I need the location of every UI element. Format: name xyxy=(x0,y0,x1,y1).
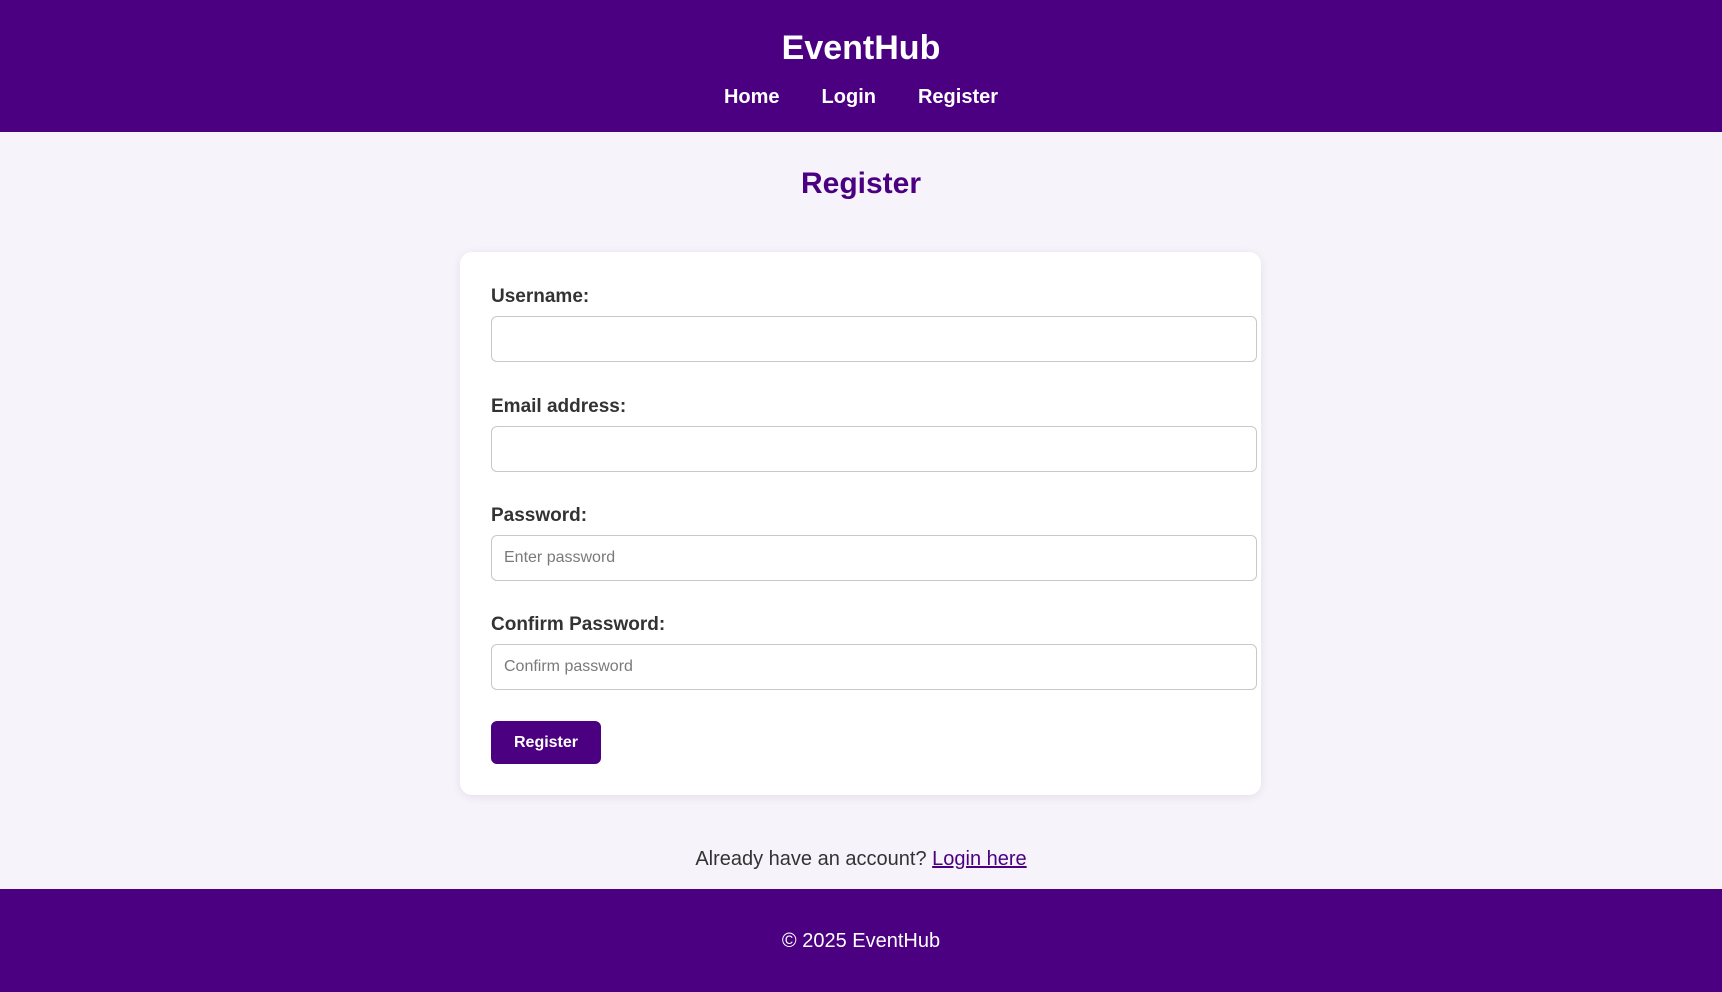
register-form: Username: Email address: Password: Confi… xyxy=(460,252,1261,795)
site-footer: © 2025 EventHub xyxy=(0,889,1722,992)
password-label: Password: xyxy=(491,505,588,526)
nav-login-link[interactable]: Login xyxy=(822,82,876,112)
nav-register-link[interactable]: Register xyxy=(918,82,998,112)
register-button[interactable]: Register xyxy=(491,721,601,764)
main-nav: Home Login Register xyxy=(0,82,1722,112)
email-label: Email address: xyxy=(491,396,627,417)
username-label: Username: xyxy=(491,286,590,307)
site-header: EventHub Home Login Register xyxy=(0,0,1722,132)
login-prompt: Already have an account? Login here xyxy=(0,845,1722,873)
login-prompt-text: Already have an account? xyxy=(695,848,933,870)
confirm-password-label: Confirm Password: xyxy=(491,614,666,635)
page-title: Register xyxy=(800,167,922,200)
site-title: EventHub xyxy=(781,29,941,67)
username-input[interactable] xyxy=(491,316,1257,362)
password-input[interactable] xyxy=(491,535,1257,581)
nav-home-link[interactable]: Home xyxy=(724,82,780,112)
login-here-link[interactable]: Login here xyxy=(932,848,1027,870)
confirm-password-input[interactable] xyxy=(491,644,1257,690)
email-input[interactable] xyxy=(491,426,1257,472)
copyright-text: © 2025 EventHub xyxy=(781,930,941,952)
